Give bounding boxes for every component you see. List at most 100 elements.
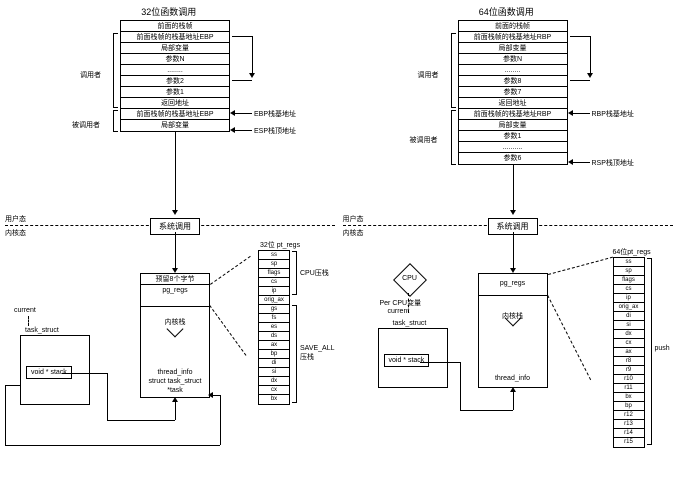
- dash: [210, 256, 251, 285]
- callee-label: 被调用者: [72, 120, 100, 130]
- reg: ip: [259, 287, 289, 296]
- arrow-down-icon: [587, 73, 593, 78]
- reg: ip: [614, 294, 644, 303]
- reg: ds: [259, 332, 289, 341]
- reg: fs: [259, 314, 289, 323]
- row: 局部变量: [459, 120, 567, 131]
- reg: cx: [259, 386, 289, 395]
- row: 参数7: [459, 87, 567, 98]
- user-label: 用户态: [5, 214, 26, 224]
- title-64: 64位函数调用: [479, 5, 534, 18]
- ptr-line: [570, 80, 590, 81]
- kernel-label: 内核态: [343, 228, 364, 238]
- row: 参数1: [459, 131, 567, 142]
- reg: flags: [614, 276, 644, 285]
- reg: cs: [614, 285, 644, 294]
- callee-label: 被调用者: [410, 135, 438, 145]
- per-cpu-label: Per CPU变量: [380, 298, 422, 308]
- reg: cs: [259, 278, 289, 287]
- row: 前面栈帧的栈基地址EBP: [121, 109, 229, 120]
- reg: r13: [614, 420, 644, 429]
- arrow-down-icon: [249, 73, 255, 78]
- reg: r8: [614, 357, 644, 366]
- reg: bx: [614, 393, 644, 402]
- callee-bracket: [113, 110, 118, 132]
- row: ........: [459, 65, 567, 76]
- reg: r9: [614, 366, 644, 375]
- bracket: [647, 258, 652, 445]
- row: 返回地址: [121, 98, 229, 109]
- title-32: 32位函数调用: [141, 5, 196, 18]
- row: 参数1: [121, 87, 229, 98]
- line: [175, 131, 176, 211]
- task-struct-box: void * stack: [20, 335, 90, 405]
- line: [5, 445, 220, 446]
- row: 前面的栈帧: [459, 21, 567, 32]
- reg: es: [259, 323, 289, 332]
- ptr-line: [590, 36, 591, 74]
- task-struct-label: task_struct: [25, 327, 59, 334]
- line: [232, 113, 252, 114]
- current-label: current: [388, 308, 410, 315]
- reg: di: [259, 359, 289, 368]
- reg: r15: [614, 438, 644, 447]
- reg: bp: [614, 402, 644, 411]
- arrow-left-icon: [568, 159, 573, 165]
- cpu-label: CPU: [395, 275, 425, 282]
- task-struct-box: void * stack: [378, 328, 448, 388]
- dash: [408, 293, 409, 313]
- row: 局部变量: [121, 120, 229, 131]
- line: [220, 395, 221, 445]
- reg: dx: [614, 330, 644, 339]
- reg: r12: [614, 411, 644, 420]
- line: [570, 162, 590, 163]
- arrow-up-icon: [172, 397, 178, 402]
- ptr-line: [252, 36, 253, 74]
- line: [175, 232, 176, 270]
- reg: di: [614, 312, 644, 321]
- arrow-down-icon: [510, 210, 516, 215]
- bracket: [292, 251, 297, 295]
- caller-bracket: [113, 33, 118, 108]
- rsp-label: RSP栈顶地址: [592, 158, 634, 168]
- row: 前面栈帧的栈基地址RBP: [459, 109, 567, 120]
- reg: sp: [614, 267, 644, 276]
- caller-label: 调用者: [418, 70, 439, 80]
- caller-label: 调用者: [80, 70, 101, 80]
- row: 前面栈帧的栈基地址EBP: [121, 32, 229, 43]
- rbp-label: RBP栈基地址: [592, 109, 634, 119]
- ptr-line: [232, 36, 252, 37]
- bracket: [292, 305, 297, 403]
- right-64bit-diagram: 64位函数调用 前面的栈帧 前面栈帧的栈基地址RBP 局部变量 参数N ....…: [338, 0, 675, 500]
- row: 参数6: [459, 153, 567, 164]
- dash: [547, 295, 591, 380]
- line: [107, 373, 108, 420]
- kernel-stack-64: pg_regs 内核栈 thread_info: [478, 273, 548, 388]
- kernel-stack-label: 内核栈: [479, 296, 547, 371]
- current-label: current: [14, 307, 36, 314]
- reg: r11: [614, 384, 644, 393]
- arrow-down-icon: [172, 210, 178, 215]
- row: 局部变量: [459, 43, 567, 54]
- push-label: push: [655, 345, 670, 352]
- line: [232, 130, 252, 131]
- line: [460, 410, 513, 411]
- line: [5, 385, 6, 445]
- regs-title-32: 32位 pt_regs: [260, 240, 300, 250]
- reg: dx: [259, 377, 289, 386]
- esp-label: ESP栈顶地址: [254, 126, 296, 136]
- reg: ax: [259, 341, 289, 350]
- row: 前面栈帧的栈基地址RBP: [459, 32, 567, 43]
- left-32bit-diagram: 32位函数调用 前面的栈帧 前面栈帧的栈基地址EBP 局部变量 参数N ....…: [0, 0, 338, 500]
- reg: ss: [614, 258, 644, 267]
- line: [513, 390, 514, 410]
- dash: [209, 305, 246, 356]
- line: [175, 400, 176, 420]
- line: [570, 113, 590, 114]
- user-label: 用户态: [343, 214, 364, 224]
- row: 参数2: [121, 76, 229, 87]
- pg-regs: pg_regs: [141, 285, 209, 307]
- user-stack-64: 前面的栈帧 前面栈帧的栈基地址RBP 局部变量 参数N ........ 参数8…: [458, 20, 568, 165]
- arrow-up-icon: [510, 387, 516, 392]
- callee-bracket: [451, 110, 456, 165]
